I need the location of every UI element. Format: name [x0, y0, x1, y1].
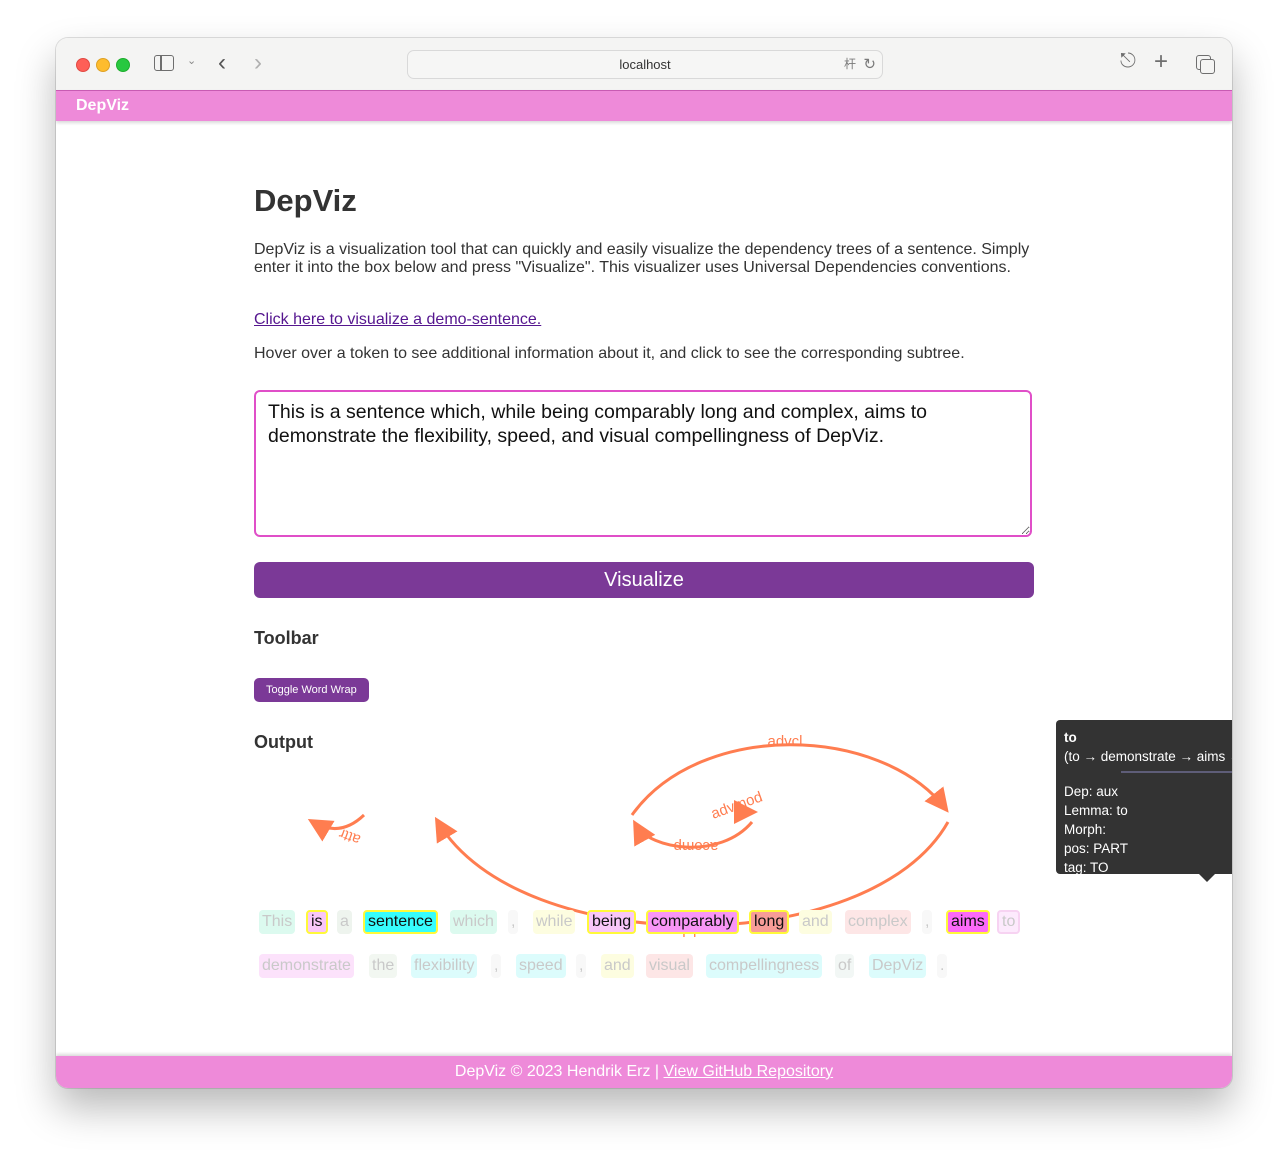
token-to[interactable]: to — [997, 910, 1021, 934]
tooltip-morph: Morph: — [1064, 822, 1107, 837]
browser-toolbar: ⌄ ‹ › localhost 杆 ↻ ⎋ + — [56, 38, 1232, 91]
token-comparably[interactable]: comparably — [646, 910, 739, 934]
zoom-window-button[interactable] — [116, 58, 130, 72]
token-compellingness[interactable]: compellingness — [706, 954, 823, 978]
arc-label-attr: attr — [337, 825, 363, 848]
share-icon[interactable]: ⎋ — [1120, 50, 1136, 73]
token-while[interactable]: while — [533, 910, 576, 934]
tooltip-divider — [1121, 771, 1232, 773]
demo-sentence-link[interactable]: Click here to visualize a demo-sentence. — [254, 311, 541, 329]
tooltip-pos: pos: PART — [1064, 841, 1129, 856]
address-text: localhost — [619, 57, 671, 72]
arc-label-advmod: advmod — [709, 788, 765, 822]
token-punctuation[interactable]: , — [491, 954, 502, 978]
chevron-right-icon[interactable]: › — [254, 49, 262, 77]
token-the[interactable]: the — [369, 954, 398, 978]
hover-hint-text: Hover over a token to see additional inf… — [254, 345, 965, 362]
token-punctuation[interactable]: , — [576, 954, 587, 978]
token-and[interactable]: and — [799, 910, 832, 934]
visualize-button[interactable]: Visualize — [254, 562, 1034, 598]
token-of[interactable]: of — [835, 954, 855, 978]
tooltip-dep: Dep: aux — [1064, 784, 1119, 799]
tooltip-path: (to → demonstrate → aims → sentence → is… — [1064, 749, 1232, 764]
chevron-down-icon[interactable]: ⌄ — [187, 54, 196, 67]
output-heading: Output — [254, 732, 313, 752]
plus-icon[interactable]: + — [1154, 48, 1168, 76]
toggle-word-wrap-button[interactable]: Toggle Word Wrap — [254, 678, 369, 702]
footer-text: DepViz © 2023 Hendrik Erz | — [454, 1063, 664, 1080]
footer: DepViz © 2023 Hendrik Erz | View GitHub … — [56, 1056, 1232, 1088]
arc-advmod — [733, 800, 758, 825]
token-sentence[interactable]: sentence — [363, 910, 438, 934]
token-is[interactable]: is — [306, 910, 328, 934]
token-punctuation[interactable]: , — [922, 910, 933, 934]
tab-overview-icon[interactable] — [1196, 55, 1215, 74]
app-header: DepViz — [56, 90, 1232, 121]
token-aims[interactable]: aims — [946, 910, 990, 934]
token-tooltip: to (to → demonstrate → aims → sentence →… — [1056, 720, 1232, 882]
token-punctuation[interactable]: , — [508, 910, 519, 934]
github-link[interactable]: View GitHub Repository — [664, 1063, 834, 1080]
token-long[interactable]: long — [749, 910, 790, 934]
translate-icon[interactable]: 杆 — [844, 51, 856, 78]
token-and[interactable]: and — [601, 954, 634, 978]
sidebar-toggle-icon[interactable] — [154, 55, 174, 71]
address-bar[interactable]: localhost 杆 ↻ — [407, 50, 883, 79]
token-DepViz[interactable]: DepViz — [869, 954, 927, 978]
arc-label-acomp: acomp — [673, 838, 718, 855]
arc-label-advcl: advcl — [767, 733, 802, 750]
arc-attr — [307, 813, 366, 842]
close-window-button[interactable] — [76, 58, 90, 72]
tooltip-lemma: Lemma: to — [1064, 803, 1128, 818]
page-title: DepViz — [254, 183, 357, 218]
token-being[interactable]: being — [587, 910, 637, 934]
token-visual[interactable]: visual — [646, 954, 693, 978]
token-demonstrate[interactable]: demonstrate — [259, 954, 354, 978]
token-a[interactable]: a — [337, 910, 352, 934]
brand-logo[interactable]: DepViz — [76, 97, 129, 115]
chevron-left-icon[interactable]: ‹ — [218, 49, 226, 77]
token-which[interactable]: which — [450, 910, 497, 934]
tooltip-token: to — [1064, 730, 1077, 745]
token-flexibility[interactable]: flexibility — [411, 954, 478, 978]
token-complex[interactable]: complex — [845, 910, 911, 934]
token-speed[interactable]: speed — [516, 954, 566, 978]
reload-icon[interactable]: ↻ — [863, 51, 876, 78]
dependency-output: attradvcladvmodacomprelcl Thisisasentenc… — [254, 733, 1034, 1020]
browser-window: ⌄ ‹ › localhost 杆 ↻ ⎋ + DepViz DepViz De… — [56, 38, 1232, 1088]
toolbar-heading: Toolbar — [254, 628, 319, 648]
intro-text: DepViz is a visualization tool that can … — [254, 241, 1030, 276]
sentence-input[interactable]: This is a sentence which, while being co… — [254, 390, 1032, 537]
token-punctuation[interactable]: . — [937, 954, 948, 978]
minimize-window-button[interactable] — [96, 58, 110, 72]
arc-acomp — [633, 819, 754, 849]
tooltip-tag: tag: TO — [1064, 860, 1109, 875]
arc-advcl — [630, 743, 949, 816]
token-This[interactable]: This — [259, 910, 296, 934]
